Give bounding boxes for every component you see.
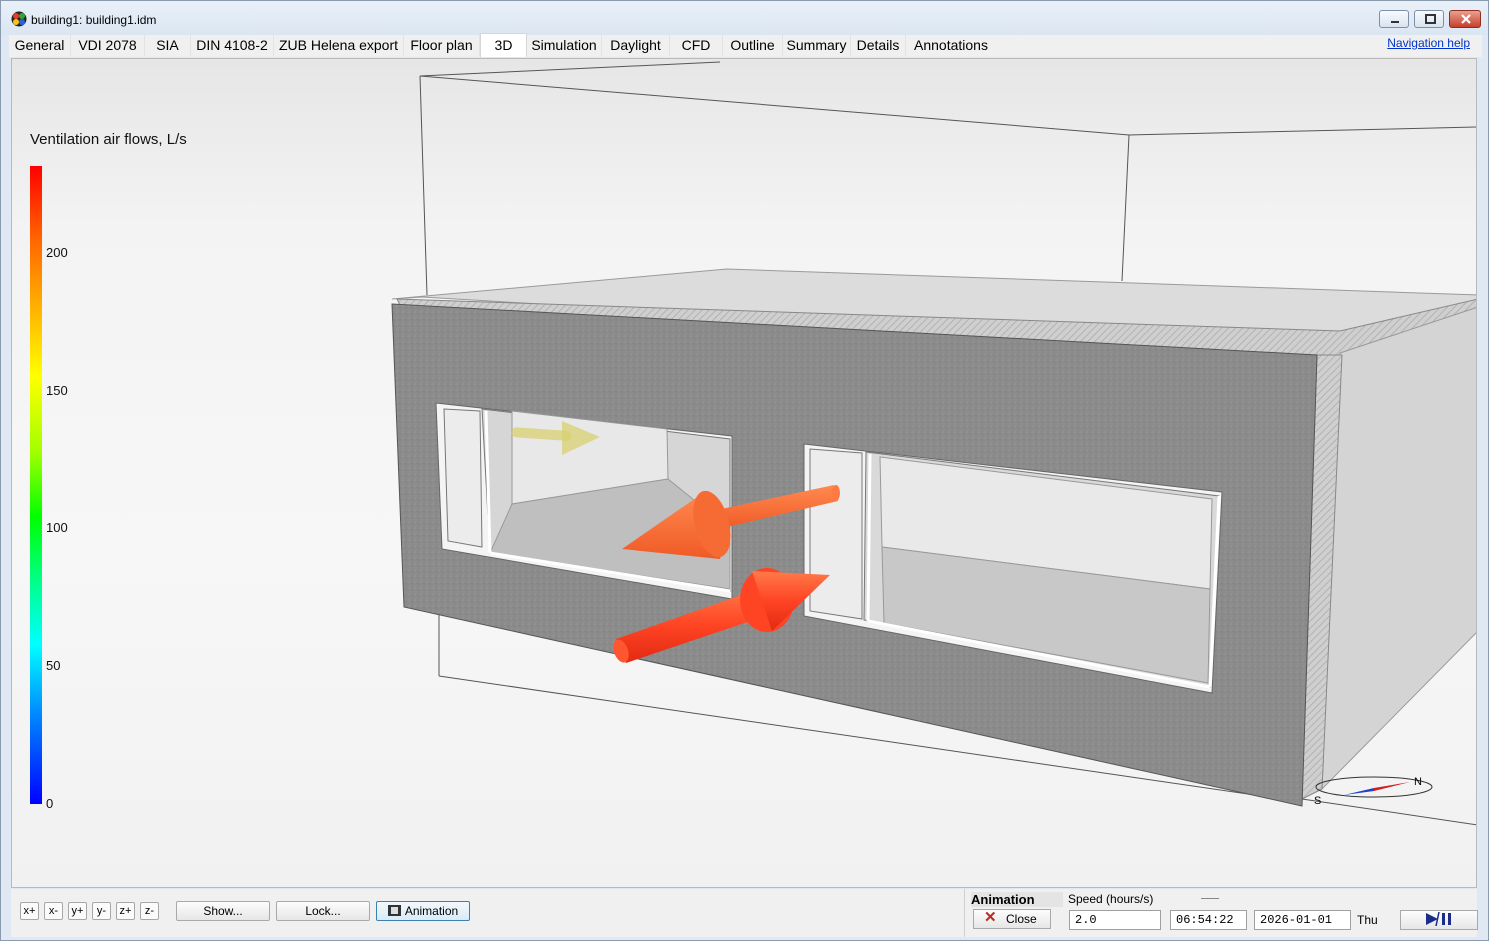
play-pause-button[interactable] [1400,910,1478,930]
legend-title: Ventilation air flows, L/s [30,131,187,148]
upper-zone-wireframe [419,61,1476,296]
tab-summary[interactable]: Summary [783,35,851,56]
title-bar: building1: building1.idm [1,1,1488,35]
play-pause-icon [1426,911,1451,927]
tab-din-4108-2[interactable]: DIN 4108-2 [191,35,274,56]
tab-simulation[interactable]: Simulation [527,35,602,56]
close-window-button[interactable] [1449,10,1481,28]
tab-sia[interactable]: SIA [145,35,191,56]
show-button[interactable]: Show... [176,901,270,921]
bottom-toolbar: x+ x- y+ y- z+ z- Show... Lock... Animat… [11,889,1478,937]
building-3d-scene[interactable]: S N [12,59,1477,888]
tab-details[interactable]: Details [851,35,906,56]
maximize-button[interactable] [1414,10,1444,28]
close-icon [1461,14,1471,24]
speed-label: Speed (hours/s) [1068,892,1154,906]
window-title: building1: building1.idm [31,13,157,27]
day-label: Thu [1357,913,1378,927]
lock-button[interactable]: Lock... [276,901,370,921]
legend-tick-100: 100 [46,520,68,535]
film-icon [387,905,401,916]
navigation-help-link[interactable]: Navigation help [1387,36,1470,50]
view-x-plus-button[interactable]: x+ [20,902,39,920]
minimize-button[interactable] [1379,10,1409,28]
tab-floor-plan[interactable]: Floor plan [404,35,480,56]
tab-3d[interactable]: 3D [480,33,527,57]
legend-color-scale [30,166,42,804]
tab-annotations[interactable]: Annotations [906,35,996,56]
side-wall [1321,307,1476,791]
animation-button-label: Animation [404,904,459,918]
app-window: building1: building1.idm General VDI 207… [0,0,1489,941]
view-y-minus-button[interactable]: y- [92,902,111,920]
minimize-icon [1391,21,1399,23]
date-input[interactable]: 2026-01-01 [1254,910,1351,930]
close-x-icon: ✕ [984,909,997,926]
view-x-minus-button[interactable]: x- [44,902,63,920]
view-z-minus-button[interactable]: z- [140,902,159,920]
close-animation-button[interactable]: ✕ Close [973,909,1051,929]
tab-vdi-2078[interactable]: VDI 2078 [71,35,145,56]
speed-input[interactable]: 2.0 [1069,910,1161,930]
animation-panel-title: Animation [971,892,1063,907]
legend-tick-150: 150 [46,383,68,398]
app-logo-icon [11,11,27,27]
compass-north-label: N [1414,776,1422,788]
restore-icon [1425,14,1436,24]
view-z-plus-button[interactable]: z+ [116,902,135,920]
compass-south-label: S [1314,795,1321,807]
3d-viewport[interactable]: S N Ventilation air flows, L/s 200 150 1… [11,58,1477,888]
animation-button[interactable]: Animation [376,901,470,921]
time-input[interactable]: 06:54:22 [1170,910,1247,930]
legend-tick-200: 200 [46,245,68,260]
tab-daylight[interactable]: Daylight [602,35,670,56]
tab-outline[interactable]: Outline [723,35,783,56]
tab-zub-helena-export[interactable]: ZUB Helena export [274,35,404,56]
animation-panel: Animation Speed (hours/s) ✕ Close 2.0 06… [964,889,1478,937]
tab-strip: General VDI 2078 SIA DIN 4108-2 ZUB Hele… [9,33,1482,57]
tab-general[interactable]: General [9,35,71,56]
legend-tick-0: 0 [46,796,54,811]
view-y-plus-button[interactable]: y+ [68,902,87,920]
legend-tick-50: 50 [46,658,61,673]
close-animation-label: Close [1006,912,1037,926]
separator-line [1201,898,1219,899]
compass-icon: S N [1314,776,1433,807]
tab-cfd[interactable]: CFD [670,35,723,56]
